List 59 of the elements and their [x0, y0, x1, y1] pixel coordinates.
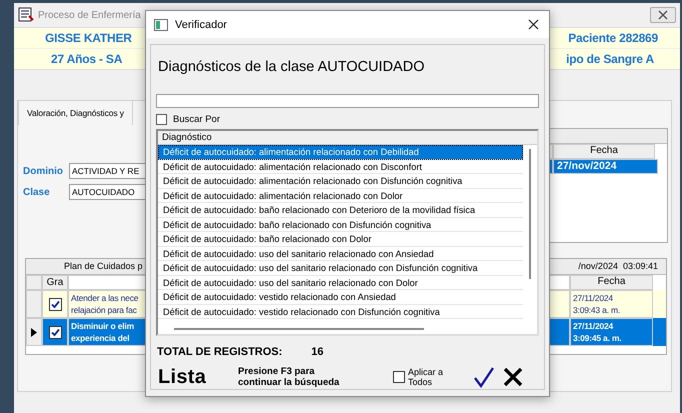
form-icon: [18, 7, 34, 23]
list-item[interactable]: Déficit de autocuidado: alimentación relacionado con Dolor: [158, 188, 523, 203]
tab[interactable]: Valoración, Diagnósticos y: [18, 100, 133, 125]
patient-name: GISSE KATHER: [45, 30, 132, 46]
list-label: Lista: [158, 366, 208, 388]
checkbox-label: Aplicar a Todos: [408, 367, 444, 387]
checkbox[interactable]: [393, 371, 405, 383]
column-header: Fecha: [570, 275, 653, 290]
close-icon: [658, 10, 668, 20]
total-count: 16: [311, 346, 324, 358]
row-pointer-icon: [31, 328, 37, 336]
timestamp: /nov/2024 03:09:41: [578, 260, 658, 273]
dialog-heading: Diagnósticos de la clase AUTOCUIDADO: [158, 59, 426, 75]
checkbox[interactable]: [48, 298, 62, 310]
field-label: Dominio: [23, 166, 64, 176]
checkbox-label: Buscar Por: [173, 114, 220, 124]
list-item[interactable]: Déficit de autocuidado: baño relacionado con Dolor: [158, 232, 523, 246]
window-icon: [154, 18, 168, 30]
close-button[interactable]: [526, 17, 541, 32]
table-cell: experiencia del: [71, 332, 130, 344]
table-cell: Disminuir o elim: [71, 320, 134, 332]
search-field[interactable]: [156, 94, 539, 108]
window-title: Proceso de Enfermería: [38, 10, 142, 20]
list-item[interactable]: Déficit de autocuidado: alimentación relacionado con Disconfort: [158, 160, 523, 174]
checkbox[interactable]: [48, 326, 62, 338]
column-header: Diagnóstico: [158, 131, 537, 145]
table-cell: 3:09:43 a. m.: [573, 304, 620, 316]
list-item[interactable]: Déficit de autocuidado: vestido relacionado con Ansiedad: [158, 290, 523, 304]
patient-age: 27 Años - SA: [51, 51, 122, 67]
grid-caption: Plan de Cuidados p: [64, 260, 143, 273]
hint-text: Presione F3 para continuar la búsqueda: [238, 366, 340, 388]
column-header: Fecha: [553, 144, 655, 159]
patient-id: Paciente 282869: [568, 30, 658, 46]
table-cell: 27/11/2024: [573, 320, 614, 332]
dialog-title: Verificador: [175, 18, 228, 30]
table-cell[interactable]: 27/nov/2024: [553, 159, 658, 174]
list-item[interactable]: Déficit de autocuidado: vestido relacionado con Disfunción cognitiva: [158, 304, 523, 319]
column-header: Gra: [42, 275, 68, 290]
list-item[interactable]: Déficit de autocuidado: uso del sanitario relacionado con Dolor: [158, 276, 523, 290]
table-cell: Atender a las nece: [71, 292, 138, 304]
table-cell: 3:09:45 a. m.: [573, 332, 622, 344]
list-item[interactable]: Déficit de autocuidado: baño relacionado con Deterioro de la movilidad física: [158, 203, 523, 218]
accept-button[interactable]: [472, 365, 496, 389]
blood-type: ipo de Sangre A: [566, 51, 654, 67]
list-item[interactable]: Déficit de autocuidado: alimentación relacionado con Debilidad: [158, 145, 523, 160]
list-item[interactable]: Déficit de autocuidado: alimentación relacionado con Disfunción cognitiva: [158, 174, 523, 188]
table-cell: relajación para fac: [71, 304, 137, 316]
checkbox[interactable]: [156, 114, 167, 124]
close-button[interactable]: [650, 7, 676, 23]
field-label: Clase: [23, 186, 51, 198]
list-item[interactable]: Déficit de autocuidado: uso del sanitario relacionado con Ansiedad: [158, 246, 523, 261]
list-item[interactable]: Déficit de autocuidado: baño relacionado con Disfunción cognitiva: [158, 218, 523, 232]
cancel-button[interactable]: [501, 365, 525, 389]
close-icon: [528, 19, 539, 30]
checkmark-icon: [473, 366, 495, 388]
table-cell: 27/11/2024: [573, 292, 613, 304]
list-item[interactable]: Déficit de autocuidado: uso del sanitario relacionado con Disfunción cognitiva: [158, 261, 523, 276]
close-icon: [503, 367, 523, 387]
total-label: TOTAL DE REGISTROS:: [157, 346, 282, 358]
